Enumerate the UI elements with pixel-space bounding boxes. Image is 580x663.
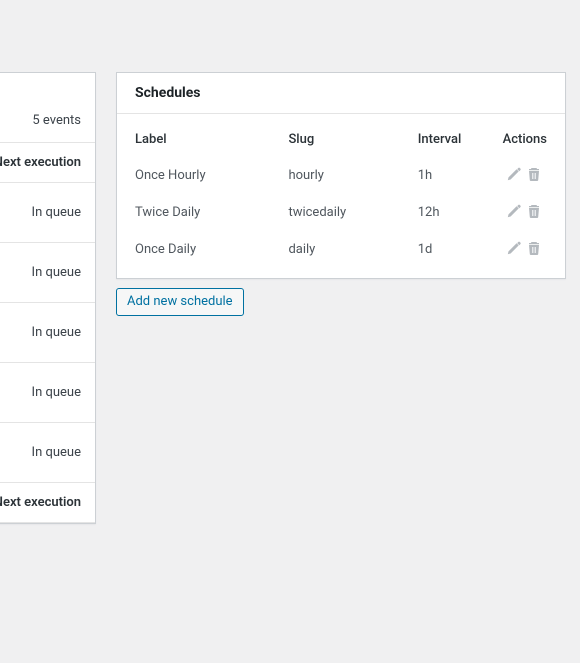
events-column-header: Next execution	[0, 142, 95, 183]
events-footer-header: Next execution	[0, 482, 95, 523]
edit-icon[interactable]	[505, 202, 523, 220]
trash-icon[interactable]	[525, 202, 543, 220]
event-row: In queue	[0, 303, 95, 363]
edit-icon[interactable]	[505, 239, 523, 257]
th-interval: Interval	[400, 114, 485, 157]
cell-interval: 1h	[400, 157, 485, 194]
event-row: In queue	[0, 423, 95, 482]
events-count: 5 events	[0, 113, 95, 142]
cell-actions	[485, 231, 565, 278]
th-slug: Slug	[270, 114, 399, 157]
panel-title: Schedules	[117, 73, 565, 114]
table-row: Once Dailydaily1d	[117, 231, 565, 278]
event-row: In queue	[0, 243, 95, 303]
trash-icon[interactable]	[525, 239, 543, 257]
cell-actions	[485, 157, 565, 194]
cell-interval: 12h	[400, 194, 485, 231]
cell-label: Twice Daily	[117, 194, 270, 231]
cell-slug: daily	[270, 231, 399, 278]
table-row: Twice Dailytwicedaily12h	[117, 194, 565, 231]
table-row: Once Hourlyhourly1h	[117, 157, 565, 194]
cell-slug: twicedaily	[270, 194, 399, 231]
event-row: In queue	[0, 363, 95, 423]
schedules-panel: Schedules Label Slug Interval Actions On…	[116, 72, 566, 279]
edit-icon[interactable]	[505, 165, 523, 183]
schedules-table: Label Slug Interval Actions Once Hourlyh…	[117, 114, 565, 278]
th-actions: Actions	[485, 114, 565, 157]
trash-icon[interactable]	[525, 165, 543, 183]
add-schedule-button[interactable]: Add new schedule	[116, 288, 244, 316]
cell-slug: hourly	[270, 157, 399, 194]
th-label: Label	[117, 114, 270, 157]
cell-actions	[485, 194, 565, 231]
cell-label: Once Daily	[117, 231, 270, 278]
cell-interval: 1d	[400, 231, 485, 278]
events-panel: 5 events Next execution In queueIn queue…	[0, 72, 96, 524]
event-row: In queue	[0, 183, 95, 243]
cell-label: Once Hourly	[117, 157, 270, 194]
